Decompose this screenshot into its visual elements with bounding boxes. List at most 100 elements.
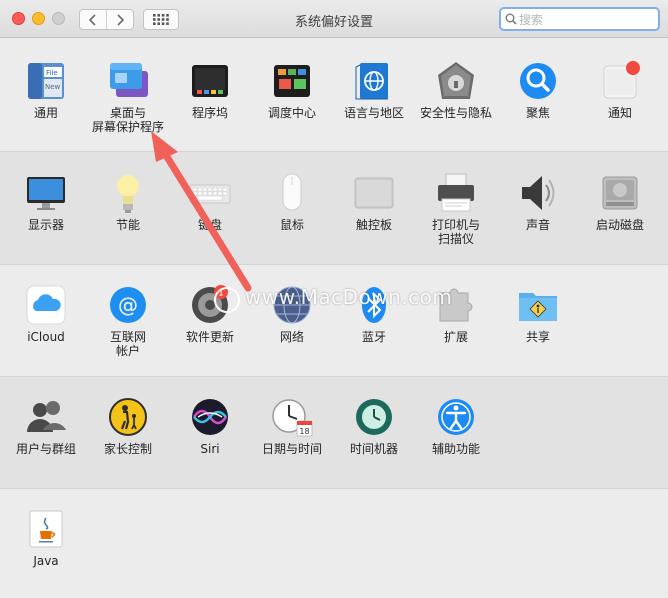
pane-label: 时间机器 (349, 442, 398, 456)
display-icon (27, 177, 65, 210)
pane-label: 声音 (525, 218, 550, 232)
search-icon (505, 13, 517, 25)
pane-trackpad[interactable]: 触控板 (333, 171, 415, 232)
printer-scanner-icon (438, 173, 474, 212)
pane-software-update[interactable]: 1 软件更新 (169, 283, 251, 344)
users-groups-icon (27, 401, 66, 432)
mouse-icon (282, 173, 302, 211)
pane-label: 网络 (279, 330, 304, 344)
pane-startup-disk[interactable]: 启动磁盘 (579, 171, 661, 232)
dock-icon (192, 65, 228, 97)
energy-saver-icon (117, 175, 139, 213)
pane-label: 打印机与 扫描仪 (431, 218, 480, 246)
pane-label: 程序坞 (191, 106, 228, 120)
pane-display[interactable]: 显示器 (5, 171, 87, 232)
pane-label: 共享 (525, 330, 550, 344)
pane-bluetooth[interactable]: 蓝牙 (333, 283, 415, 344)
pane-date-time[interactable]: 18 日期与时间 (251, 395, 333, 456)
pane-mission-control[interactable]: 调度中心 (251, 59, 333, 120)
mission-control-icon (274, 65, 310, 97)
toolbar: 系统偏好设置 (0, 0, 668, 38)
pane-users-groups[interactable]: 用户与群组 (5, 395, 87, 456)
pane-extensions[interactable]: 扩展 (415, 283, 497, 344)
parental-controls-icon (109, 398, 147, 436)
pane-security-privacy[interactable]: 安全性与隐私 (415, 59, 497, 120)
pane-label: 安全性与隐私 (419, 106, 492, 120)
pane-label: 扩展 (443, 330, 468, 344)
icloud-icon (26, 285, 66, 325)
notifications-icon (603, 61, 640, 99)
search-field[interactable] (499, 7, 660, 31)
update-count-badge: 1 (218, 289, 224, 299)
pane-label: 鼠标 (279, 218, 304, 232)
close-window-button[interactable] (12, 12, 25, 25)
internet-accounts-icon: @ (110, 287, 146, 323)
nav-buttons (79, 9, 134, 30)
time-machine-icon (356, 399, 392, 435)
security-privacy-icon (438, 62, 474, 99)
pane-label: 语言与地区 (343, 106, 404, 120)
pane-sharing[interactable]: 共享 (497, 283, 579, 344)
pane-dock[interactable]: 程序坞 (169, 59, 251, 120)
pane-notifications[interactable]: 通知 (579, 59, 661, 120)
pane-accessibility[interactable]: 辅助功能 (415, 395, 497, 456)
pane-label: 调度中心 (267, 106, 316, 120)
pane-label: iCloud (27, 330, 65, 344)
pane-label: 桌面与 屏幕保护程序 (91, 106, 164, 134)
pane-label: 蓝牙 (361, 330, 386, 344)
pane-java[interactable]: Java (5, 507, 87, 568)
pane-label: 显示器 (27, 218, 64, 232)
pane-label: 触控板 (355, 218, 392, 232)
svg-text:File: File (46, 69, 58, 77)
accessibility-icon (438, 399, 474, 435)
general-icon: File New (28, 63, 64, 99)
pane-label: 家长控制 (103, 442, 152, 456)
system-preferences-window: 系统偏好设置 File New 通用 (0, 0, 668, 598)
pane-language-region[interactable]: 语言与地区 (333, 59, 415, 120)
pane-parental-controls[interactable]: 家长控制 (87, 395, 169, 456)
svg-text:New: New (45, 83, 61, 91)
pane-label: 日期与时间 (261, 442, 322, 456)
pane-label: Java (33, 554, 59, 568)
pane-general[interactable]: File New 通用 (5, 59, 87, 120)
pane-label: 软件更新 (185, 330, 234, 344)
back-button[interactable] (80, 10, 106, 29)
pane-keyboard[interactable]: 键盘 (169, 171, 251, 232)
pane-label: 键盘 (197, 218, 222, 232)
minimize-window-button[interactable] (32, 12, 45, 25)
startup-disk-icon (602, 176, 638, 210)
pane-label: Siri (200, 442, 220, 456)
pane-icloud[interactable]: iCloud (5, 283, 87, 344)
pane-spotlight[interactable]: 聚焦 (497, 59, 579, 120)
language-region-icon (355, 63, 388, 100)
software-update-icon: 1 (192, 285, 228, 323)
zoom-window-button[interactable] (52, 12, 65, 25)
date-time-icon: 18 (272, 399, 313, 437)
pane-siri[interactable]: Siri (169, 395, 251, 456)
sharing-icon (519, 293, 557, 321)
pane-network[interactable]: 网络 (251, 283, 333, 344)
pane-energy-saver[interactable]: 节能 (87, 171, 169, 232)
pane-printers-scanners[interactable]: 打印机与 扫描仪 (415, 171, 497, 246)
chevron-right-icon (117, 13, 125, 26)
network-icon (273, 286, 311, 324)
forward-button[interactable] (106, 10, 133, 29)
java-icon (29, 510, 63, 548)
search-input[interactable] (519, 11, 649, 28)
chevron-left-icon (88, 13, 96, 26)
pane-internet-accounts[interactable]: @ 互联网 帐户 (87, 283, 169, 358)
spotlight-icon (520, 63, 556, 99)
pane-time-machine[interactable]: 时间机器 (333, 395, 415, 456)
siri-icon (192, 399, 228, 435)
grid-icon (153, 14, 169, 25)
trackpad-icon (354, 177, 394, 209)
keyboard-icon (189, 184, 231, 204)
bluetooth-icon (362, 287, 386, 323)
pane-sound[interactable]: 声音 (497, 171, 579, 232)
pane-mouse[interactable]: 鼠标 (251, 171, 333, 232)
calendar-day: 18 (299, 427, 309, 436)
show-all-button[interactable] (143, 9, 179, 30)
pane-label: 辅助功能 (431, 442, 480, 456)
pane-desktop-screensaver[interactable]: 桌面与 屏幕保护程序 (87, 59, 169, 134)
pane-label: 通知 (607, 106, 632, 120)
